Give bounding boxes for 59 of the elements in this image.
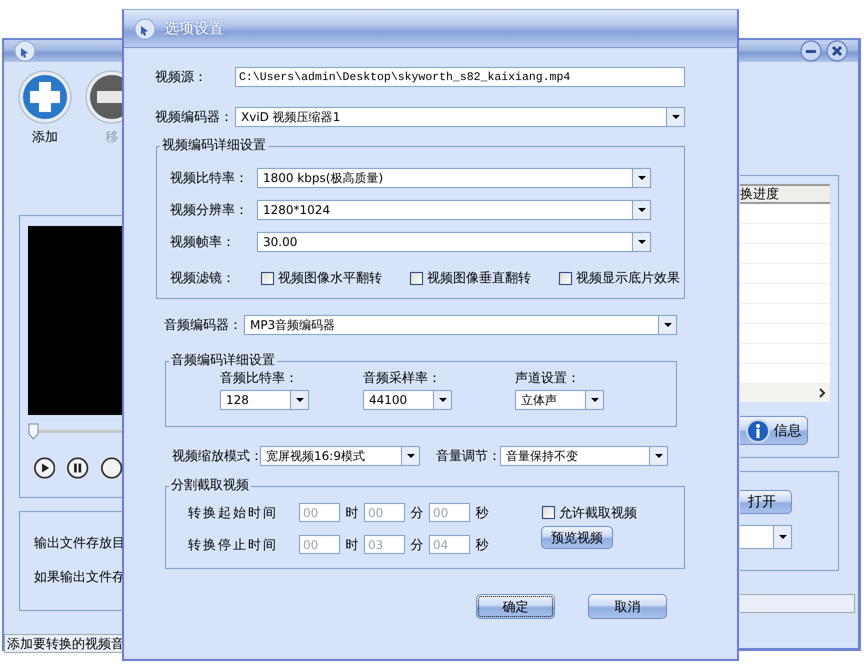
- chevron-right-icon: [818, 387, 826, 399]
- unit-label: 分: [410, 504, 424, 522]
- group-title: 分割截取视频: [171, 478, 249, 493]
- field-label: 视频帧率：: [170, 234, 236, 251]
- app-icon: [134, 18, 156, 40]
- ok-button[interactable]: 确定: [476, 594, 555, 619]
- checkbox[interactable]: 视频显示底片效果: [559, 269, 680, 287]
- minimize-button[interactable]: [800, 40, 822, 62]
- group-title: 视频编码详细设置: [162, 138, 266, 153]
- field-label: 视频滤镜：: [170, 270, 236, 287]
- dropdown-field[interactable]: 立体声: [515, 390, 604, 410]
- column-header[interactable]: 换进度: [740, 184, 830, 204]
- dropdown-field[interactable]: XviD 视频压缩器1: [235, 107, 685, 127]
- checkbox[interactable]: 允许截取视频: [542, 504, 637, 522]
- unit-label: 时: [344, 536, 360, 554]
- dropdown-field[interactable]: 音量保持不变: [500, 446, 668, 466]
- field-label: 转换停止时间: [188, 536, 279, 554]
- field-label: 声道设置：: [515, 370, 581, 387]
- dropdown-field[interactable]: 128: [220, 390, 309, 410]
- dropdown-field[interactable]: 宽屏视频16:9模式: [260, 446, 420, 466]
- field-label: 转换起始时间: [188, 504, 279, 522]
- field-label: 音频比特率：: [220, 370, 299, 387]
- cancel-button[interactable]: 取消: [588, 594, 667, 619]
- play-button[interactable]: [34, 456, 56, 480]
- field-label: 视频比特率：: [170, 170, 249, 187]
- unit-label: 秒: [474, 504, 490, 522]
- info-button[interactable]: 信息: [740, 416, 808, 445]
- field-label: 视频编码器：: [155, 109, 234, 126]
- field-label: 音频编码器：: [164, 317, 243, 334]
- plus-icon: [18, 70, 72, 124]
- pause-button[interactable]: [67, 456, 89, 480]
- dropdown-field[interactable]: MP3音频编码器: [244, 315, 677, 335]
- dropdown-field[interactable]: 1800 kbps(极高质量): [257, 168, 651, 188]
- field-label: 视频缩放模式：: [172, 448, 260, 465]
- unit-label: 分: [410, 536, 424, 554]
- field-label: 视频源：: [155, 69, 208, 86]
- media-button[interactable]: [100, 456, 122, 480]
- horizontal-scrollbar[interactable]: [740, 384, 830, 402]
- status-bar: 添加要转换的视频音: [4, 634, 122, 653]
- input-field[interactable]: C:\Users\admin\Desktop\skyworth_s82_kaixiang.mp4: [235, 67, 685, 87]
- field-label: 音量调节：: [436, 448, 500, 465]
- preview-button[interactable]: 预览视频: [541, 526, 613, 549]
- checkbox[interactable]: 视频图像水平翻转: [261, 269, 382, 287]
- unit-label: 时: [344, 504, 360, 522]
- group-title: 音频编码详细设置: [171, 353, 275, 368]
- dropdown-field[interactable]: 30.00: [257, 232, 651, 252]
- toolbar-button[interactable]: 添加: [18, 70, 72, 167]
- unit-label: 秒: [474, 536, 490, 554]
- dropdown-field[interactable]: 44100: [363, 390, 452, 410]
- dropdown-field[interactable]: [740, 525, 792, 549]
- info-icon: [746, 418, 770, 442]
- field-label: 视频分辨率：: [170, 202, 249, 219]
- checkbox[interactable]: 视频图像垂直翻转: [410, 269, 531, 287]
- dropdown-field[interactable]: 1280*1024: [257, 200, 651, 220]
- window-title: 选项设置: [164, 19, 224, 38]
- field-label: 音频采样率：: [363, 370, 442, 387]
- open-button[interactable]: 打开: [740, 490, 792, 514]
- close-button[interactable]: [826, 40, 848, 62]
- slider-thumb[interactable]: [28, 423, 39, 440]
